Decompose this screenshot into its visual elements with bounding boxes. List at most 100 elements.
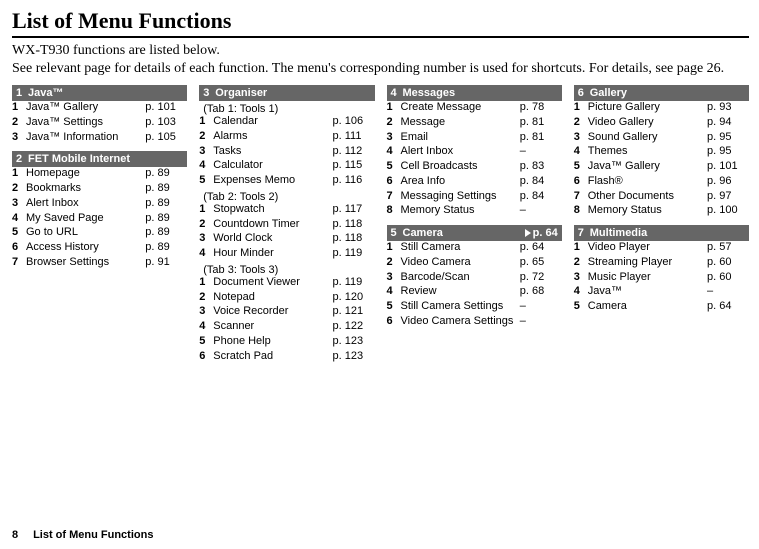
list-item: 4My Saved Pagep. 89 bbox=[12, 212, 187, 227]
list-item: 4Themesp. 95 bbox=[574, 145, 749, 160]
section-header: 1 Java™ bbox=[12, 85, 187, 101]
item-page: – bbox=[520, 315, 562, 329]
section-title: Java™ bbox=[26, 87, 183, 99]
list-item: 8Memory Statusp. 100 bbox=[574, 204, 749, 219]
section-header: 5 Camera p. 64 bbox=[387, 225, 562, 241]
item-title: World Clock bbox=[213, 232, 332, 246]
item-page: p. 78 bbox=[520, 101, 562, 115]
item-number: 6 bbox=[387, 175, 401, 189]
item-page: – bbox=[520, 300, 562, 314]
item-number: 5 bbox=[574, 160, 588, 174]
item-page: p. 120 bbox=[333, 291, 375, 305]
item-number: 8 bbox=[387, 204, 401, 218]
item-title: Video Camera bbox=[401, 256, 520, 270]
item-number: 1 bbox=[574, 101, 588, 115]
item-title: Java™ bbox=[588, 285, 707, 299]
item-title: Stopwatch bbox=[213, 203, 332, 217]
item-title: Still Camera Settings bbox=[401, 300, 520, 314]
item-number: 2 bbox=[574, 116, 588, 130]
section-header: 6 Gallery bbox=[574, 85, 749, 101]
item-title: Music Player bbox=[588, 271, 707, 285]
section-title: Gallery bbox=[588, 87, 745, 99]
section-number: 7 bbox=[574, 227, 588, 239]
item-number: 1 bbox=[12, 101, 26, 115]
item-number: 3 bbox=[574, 271, 588, 285]
section-gallery: 6 Gallery 1Picture Galleryp. 932Video Ga… bbox=[574, 85, 749, 219]
item-number: 2 bbox=[12, 116, 26, 130]
list-item: 5Cell Broadcastsp. 83 bbox=[387, 160, 562, 175]
list-item: 3Barcode/Scanp. 72 bbox=[387, 271, 562, 286]
item-title: Review bbox=[401, 285, 520, 299]
list-item: 3World Clockp. 118 bbox=[199, 232, 374, 247]
item-title: Java™ Settings bbox=[26, 116, 145, 130]
item-page: p. 118 bbox=[333, 218, 375, 232]
item-number: 2 bbox=[12, 182, 26, 196]
item-page: p. 72 bbox=[520, 271, 562, 285]
list-item: 7Other Documentsp. 97 bbox=[574, 190, 749, 205]
item-title: Messaging Settings bbox=[401, 190, 520, 204]
item-title: Homepage bbox=[26, 167, 145, 181]
item-number: 5 bbox=[199, 335, 213, 349]
item-page: p. 89 bbox=[145, 212, 187, 226]
list-item: 1Video Playerp. 57 bbox=[574, 241, 749, 256]
item-title: Java™ Gallery bbox=[26, 101, 145, 115]
item-page: p. 101 bbox=[707, 160, 749, 174]
item-number: 3 bbox=[387, 271, 401, 285]
tab-label: (Tab 3: Tools 3) bbox=[203, 264, 374, 276]
item-number: 4 bbox=[387, 145, 401, 159]
section-title: Multimedia bbox=[588, 227, 745, 239]
item-page: p. 105 bbox=[145, 131, 187, 145]
item-number: 7 bbox=[574, 190, 588, 204]
item-list: 1Stopwatchp. 1172Countdown Timerp. 1183W… bbox=[199, 203, 374, 262]
item-page: p. 119 bbox=[333, 276, 375, 290]
item-title: Java™ Gallery bbox=[588, 160, 707, 174]
list-item: 1Stopwatchp. 117 bbox=[199, 203, 374, 218]
item-title: Memory Status bbox=[401, 204, 520, 218]
item-title: Hour Minder bbox=[213, 247, 332, 261]
item-title: Streaming Player bbox=[588, 256, 707, 270]
item-page: p. 95 bbox=[707, 131, 749, 145]
item-title: Still Camera bbox=[401, 241, 520, 255]
list-item: 4Scannerp. 122 bbox=[199, 320, 374, 335]
item-title: Scratch Pad bbox=[213, 350, 332, 364]
item-page: – bbox=[520, 204, 562, 218]
item-number: 3 bbox=[12, 197, 26, 211]
section-fet: 2 FET Mobile Internet 1Homepagep. 892Boo… bbox=[12, 151, 187, 270]
item-title: Tasks bbox=[213, 145, 332, 159]
item-page: p. 89 bbox=[145, 241, 187, 255]
section-header-page-text: p. 64 bbox=[533, 227, 558, 239]
item-number: 4 bbox=[387, 285, 401, 299]
item-page: p. 64 bbox=[520, 241, 562, 255]
item-number: 6 bbox=[12, 241, 26, 255]
item-title: Video Camera Settings bbox=[401, 315, 520, 329]
item-title: Sound Gallery bbox=[588, 131, 707, 145]
item-title: Countdown Timer bbox=[213, 218, 332, 232]
list-item: 4Java™– bbox=[574, 285, 749, 300]
item-page: p. 96 bbox=[707, 175, 749, 189]
tab-label: (Tab 1: Tools 1) bbox=[203, 103, 374, 115]
item-number: 4 bbox=[574, 285, 588, 299]
item-title: Cell Broadcasts bbox=[401, 160, 520, 174]
section-header: 3 Organiser bbox=[199, 85, 374, 101]
list-item: 3Music Playerp. 60 bbox=[574, 271, 749, 286]
section-organiser: 3 Organiser (Tab 1: Tools 1) 1Calendarp.… bbox=[199, 85, 374, 364]
list-item: 5Go to URLp. 89 bbox=[12, 226, 187, 241]
item-page: p. 89 bbox=[145, 167, 187, 181]
list-item: 6Access Historyp. 89 bbox=[12, 241, 187, 256]
item-page: p. 95 bbox=[707, 145, 749, 159]
item-number: 3 bbox=[387, 131, 401, 145]
item-number: 2 bbox=[387, 116, 401, 130]
item-page: p. 112 bbox=[333, 145, 375, 159]
item-page: p. 60 bbox=[707, 256, 749, 270]
item-page: p. 118 bbox=[333, 232, 375, 246]
item-number: 5 bbox=[387, 300, 401, 314]
section-number: 6 bbox=[574, 87, 588, 99]
item-number: 1 bbox=[387, 101, 401, 115]
item-title: Picture Gallery bbox=[588, 101, 707, 115]
item-title: Alert Inbox bbox=[401, 145, 520, 159]
list-item: 2Video Galleryp. 94 bbox=[574, 116, 749, 131]
item-page: p. 84 bbox=[520, 175, 562, 189]
item-number: 3 bbox=[199, 232, 213, 246]
item-title: Bookmarks bbox=[26, 182, 145, 196]
item-page: p. 111 bbox=[333, 130, 375, 144]
